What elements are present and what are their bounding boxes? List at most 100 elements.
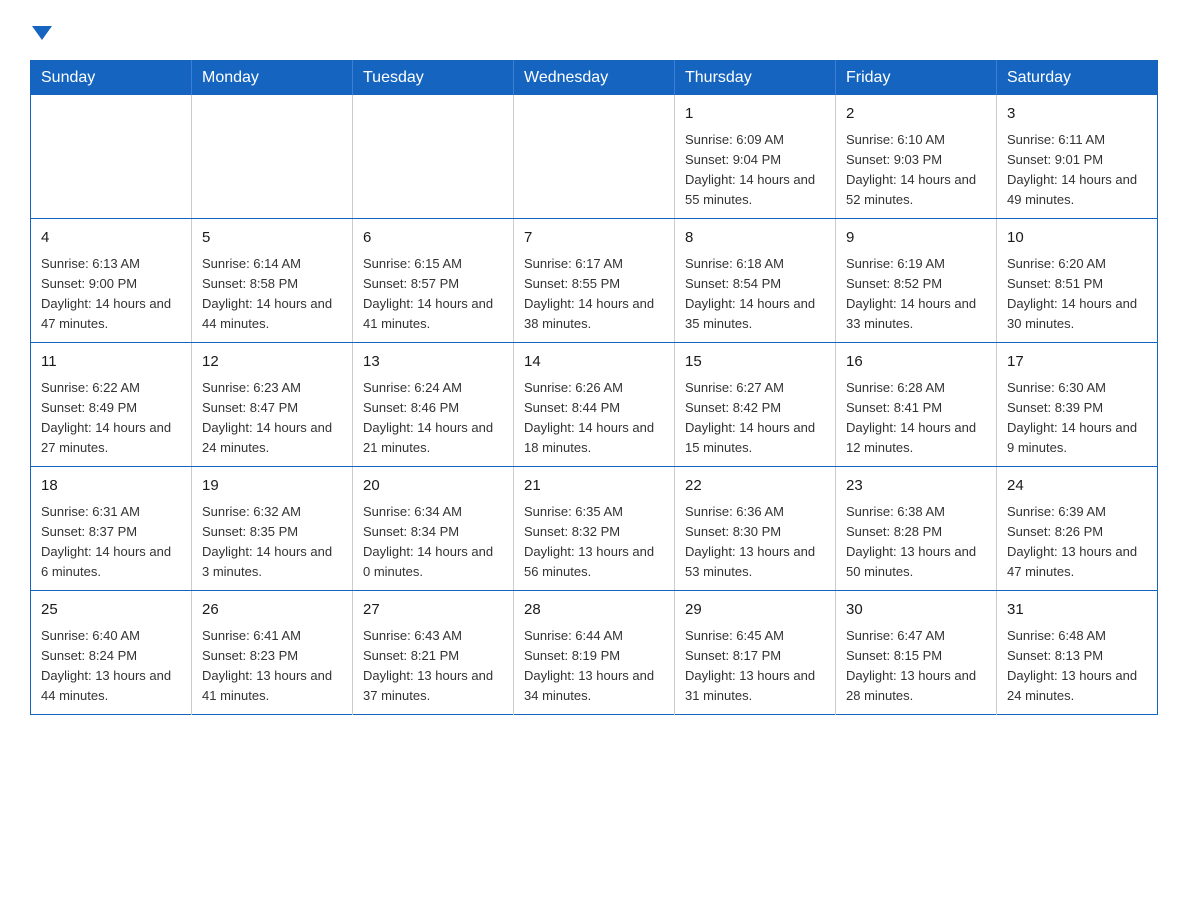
calendar-cell: 9Sunrise: 6:19 AM Sunset: 8:52 PM Daylig… bbox=[836, 219, 997, 343]
day-info: Sunrise: 6:28 AM Sunset: 8:41 PM Dayligh… bbox=[846, 378, 986, 459]
calendar-cell: 26 Sunrise: 6:41 AM Sunset: 8:23 PM Dayli… bbox=[192, 591, 353, 715]
day-number: 17 bbox=[1007, 351, 1147, 374]
calendar-week-1: 1 Sunrise: 6:09 AM Sunset: 9:04 PM Daylig… bbox=[31, 95, 1158, 219]
day-info: Sunrise: 6:45 AM Sunset: 8:17 PM Dayligh… bbox=[685, 626, 825, 707]
calendar-cell: 16Sunrise: 6:28 AM Sunset: 8:41 PM Dayli… bbox=[836, 343, 997, 467]
day-number: 23 bbox=[846, 475, 986, 498]
calendar-week-3: 11 Sunrise: 6:22 AM Sunset: 8:49 PM Dayli… bbox=[31, 343, 1158, 467]
day-number: 9 bbox=[846, 227, 986, 250]
calendar-cell: 6 Sunrise: 6:15 AM Sunset: 8:57 PM Daylig… bbox=[353, 219, 514, 343]
day-number: 25 bbox=[41, 599, 181, 622]
day-info: Sunrise: 6:13 AM Sunset: 9:00 PM Dayligh… bbox=[41, 254, 181, 335]
calendar-cell bbox=[514, 95, 675, 219]
calendar-cell: 10 Sunrise: 6:20 AM Sunset: 8:51 PM Dayli… bbox=[997, 219, 1158, 343]
calendar-cell: 5Sunrise: 6:14 AM Sunset: 8:58 PM Daylig… bbox=[192, 219, 353, 343]
day-number: 30 bbox=[846, 599, 986, 622]
day-info: Sunrise: 6:41 AM Sunset: 8:23 PM Dayligh… bbox=[202, 626, 342, 707]
header-wednesday: Wednesday bbox=[514, 61, 675, 96]
day-number: 27 bbox=[363, 599, 503, 622]
day-number: 22 bbox=[685, 475, 825, 498]
day-info: Sunrise: 6:34 AM Sunset: 8:34 PM Dayligh… bbox=[363, 502, 503, 583]
day-number: 2 bbox=[846, 103, 986, 126]
day-number: 12 bbox=[202, 351, 342, 374]
header-friday: Friday bbox=[836, 61, 997, 96]
day-number: 8 bbox=[685, 227, 825, 250]
day-number: 26 bbox=[202, 599, 342, 622]
day-info: Sunrise: 6:48 AM Sunset: 8:13 PM Dayligh… bbox=[1007, 626, 1147, 707]
day-number: 11 bbox=[41, 351, 181, 374]
day-number: 5 bbox=[202, 227, 342, 250]
day-number: 29 bbox=[685, 599, 825, 622]
day-info: Sunrise: 6:40 AM Sunset: 8:24 PM Dayligh… bbox=[41, 626, 181, 707]
day-number: 18 bbox=[41, 475, 181, 498]
calendar-cell: 3 Sunrise: 6:11 AM Sunset: 9:01 PM Daylig… bbox=[997, 95, 1158, 219]
day-info: Sunrise: 6:23 AM Sunset: 8:47 PM Dayligh… bbox=[202, 378, 342, 459]
page-header bbox=[30, 20, 1158, 42]
calendar-cell: 28 Sunrise: 6:44 AM Sunset: 8:19 PM Dayli… bbox=[514, 591, 675, 715]
day-info: Sunrise: 6:10 AM Sunset: 9:03 PM Dayligh… bbox=[846, 130, 986, 211]
calendar-cell: 19 Sunrise: 6:32 AM Sunset: 8:35 PM Dayli… bbox=[192, 467, 353, 591]
calendar-week-4: 18Sunrise: 6:31 AM Sunset: 8:37 PM Dayli… bbox=[31, 467, 1158, 591]
calendar-cell bbox=[353, 95, 514, 219]
calendar-week-2: 4 Sunrise: 6:13 AM Sunset: 9:00 PM Daylig… bbox=[31, 219, 1158, 343]
day-number: 10 bbox=[1007, 227, 1147, 250]
header-tuesday: Tuesday bbox=[353, 61, 514, 96]
day-number: 1 bbox=[685, 103, 825, 126]
day-number: 24 bbox=[1007, 475, 1147, 498]
calendar-cell: 29 Sunrise: 6:45 AM Sunset: 8:17 PM Dayli… bbox=[675, 591, 836, 715]
calendar-cell bbox=[192, 95, 353, 219]
header-sunday: Sunday bbox=[31, 61, 192, 96]
day-number: 7 bbox=[524, 227, 664, 250]
day-info: Sunrise: 6:47 AM Sunset: 8:15 PM Dayligh… bbox=[846, 626, 986, 707]
day-info: Sunrise: 6:26 AM Sunset: 8:44 PM Dayligh… bbox=[524, 378, 664, 459]
day-number: 4 bbox=[41, 227, 181, 250]
day-info: Sunrise: 6:09 AM Sunset: 9:04 PM Dayligh… bbox=[685, 130, 825, 211]
day-number: 21 bbox=[524, 475, 664, 498]
calendar-cell: 17 Sunrise: 6:30 AM Sunset: 8:39 PM Dayli… bbox=[997, 343, 1158, 467]
day-info: Sunrise: 6:20 AM Sunset: 8:51 PM Dayligh… bbox=[1007, 254, 1147, 335]
day-number: 19 bbox=[202, 475, 342, 498]
day-info: Sunrise: 6:43 AM Sunset: 8:21 PM Dayligh… bbox=[363, 626, 503, 707]
calendar-cell: 14 Sunrise: 6:26 AM Sunset: 8:44 PM Dayli… bbox=[514, 343, 675, 467]
calendar-cell: 1 Sunrise: 6:09 AM Sunset: 9:04 PM Daylig… bbox=[675, 95, 836, 219]
day-info: Sunrise: 6:27 AM Sunset: 8:42 PM Dayligh… bbox=[685, 378, 825, 459]
day-number: 15 bbox=[685, 351, 825, 374]
day-number: 20 bbox=[363, 475, 503, 498]
day-info: Sunrise: 6:38 AM Sunset: 8:28 PM Dayligh… bbox=[846, 502, 986, 583]
calendar-cell: 8Sunrise: 6:18 AM Sunset: 8:54 PM Daylig… bbox=[675, 219, 836, 343]
calendar-cell: 11 Sunrise: 6:22 AM Sunset: 8:49 PM Dayli… bbox=[31, 343, 192, 467]
calendar-cell: 30 Sunrise: 6:47 AM Sunset: 8:15 PM Dayli… bbox=[836, 591, 997, 715]
day-info: Sunrise: 6:22 AM Sunset: 8:49 PM Dayligh… bbox=[41, 378, 181, 459]
day-info: Sunrise: 6:30 AM Sunset: 8:39 PM Dayligh… bbox=[1007, 378, 1147, 459]
day-number: 28 bbox=[524, 599, 664, 622]
header-monday: Monday bbox=[192, 61, 353, 96]
day-number: 14 bbox=[524, 351, 664, 374]
calendar-cell: 15 Sunrise: 6:27 AM Sunset: 8:42 PM Dayli… bbox=[675, 343, 836, 467]
calendar-cell: 22Sunrise: 6:36 AM Sunset: 8:30 PM Dayli… bbox=[675, 467, 836, 591]
day-number: 3 bbox=[1007, 103, 1147, 126]
calendar-cell: 24 Sunrise: 6:39 AM Sunset: 8:26 PM Dayli… bbox=[997, 467, 1158, 591]
calendar-cell: 23 Sunrise: 6:38 AM Sunset: 8:28 PM Dayli… bbox=[836, 467, 997, 591]
day-info: Sunrise: 6:24 AM Sunset: 8:46 PM Dayligh… bbox=[363, 378, 503, 459]
calendar-cell bbox=[31, 95, 192, 219]
calendar-cell: 13 Sunrise: 6:24 AM Sunset: 8:46 PM Dayli… bbox=[353, 343, 514, 467]
day-info: Sunrise: 6:17 AM Sunset: 8:55 PM Dayligh… bbox=[524, 254, 664, 335]
day-number: 6 bbox=[363, 227, 503, 250]
calendar-cell: 31 Sunrise: 6:48 AM Sunset: 8:13 PM Dayli… bbox=[997, 591, 1158, 715]
day-info: Sunrise: 6:11 AM Sunset: 9:01 PM Dayligh… bbox=[1007, 130, 1147, 211]
calendar-cell: 21 Sunrise: 6:35 AM Sunset: 8:32 PM Dayli… bbox=[514, 467, 675, 591]
logo-triangle-icon bbox=[32, 22, 52, 42]
calendar-cell: 20 Sunrise: 6:34 AM Sunset: 8:34 PM Dayli… bbox=[353, 467, 514, 591]
logo bbox=[30, 20, 52, 42]
day-info: Sunrise: 6:44 AM Sunset: 8:19 PM Dayligh… bbox=[524, 626, 664, 707]
day-info: Sunrise: 6:35 AM Sunset: 8:32 PM Dayligh… bbox=[524, 502, 664, 583]
header-saturday: Saturday bbox=[997, 61, 1158, 96]
calendar-cell: 4 Sunrise: 6:13 AM Sunset: 9:00 PM Daylig… bbox=[31, 219, 192, 343]
day-number: 13 bbox=[363, 351, 503, 374]
calendar-cell: 2 Sunrise: 6:10 AM Sunset: 9:03 PM Daylig… bbox=[836, 95, 997, 219]
day-info: Sunrise: 6:15 AM Sunset: 8:57 PM Dayligh… bbox=[363, 254, 503, 335]
day-number: 31 bbox=[1007, 599, 1147, 622]
day-info: Sunrise: 6:32 AM Sunset: 8:35 PM Dayligh… bbox=[202, 502, 342, 583]
day-info: Sunrise: 6:39 AM Sunset: 8:26 PM Dayligh… bbox=[1007, 502, 1147, 583]
calendar-header-row: SundayMondayTuesdayWednesdayThursdayFrid… bbox=[31, 61, 1158, 96]
